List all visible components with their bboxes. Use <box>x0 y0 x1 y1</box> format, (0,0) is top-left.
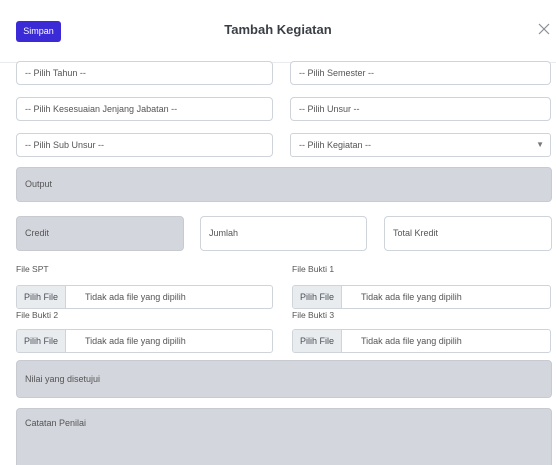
close-icon[interactable] <box>536 21 552 37</box>
file-bukti1-input[interactable]: Pilih File Tidak ada file yang dipilih <box>292 285 551 309</box>
file-bukti1-button[interactable]: Pilih File <box>293 286 343 308</box>
total-kredit-field: Total Kredit <box>384 216 552 251</box>
modal-header: Simpan Tambah Kegiatan <box>0 0 556 63</box>
sub-unsur-select[interactable]: -- Pilih Sub Unsur -- <box>16 133 273 157</box>
file-spt-status: Tidak ada file yang dipilih <box>85 292 186 302</box>
file-bukti2-label: File Bukti 2 <box>16 310 59 320</box>
file-spt-button[interactable]: Pilih File <box>17 286 67 308</box>
chevron-down-icon: ▼ <box>536 140 544 149</box>
credit-field: Credit <box>16 216 184 251</box>
file-bukti3-label: File Bukti 3 <box>292 310 335 320</box>
nilai-disetujui-field: Nilai yang disetujui <box>16 360 552 398</box>
modal-title: Tambah Kegiatan <box>224 22 332 37</box>
file-bukti3-input[interactable]: Pilih File Tidak ada file yang dipilih <box>292 329 551 353</box>
file-bukti3-button[interactable]: Pilih File <box>293 330 343 352</box>
add-activity-modal: Simpan Tambah Kegiatan -- Pilih Tahun --… <box>0 0 556 465</box>
file-spt-label: File SPT <box>16 264 49 274</box>
file-bukti2-input[interactable]: Pilih File Tidak ada file yang dipilih <box>16 329 273 353</box>
file-spt-input[interactable]: Pilih File Tidak ada file yang dipilih <box>16 285 273 309</box>
file-bukti3-status: Tidak ada file yang dipilih <box>361 336 462 346</box>
file-bukti2-status: Tidak ada file yang dipilih <box>85 336 186 346</box>
kegiatan-select-label: -- Pilih Kegiatan -- <box>299 140 372 150</box>
kegiatan-select[interactable]: -- Pilih Kegiatan -- ▼ <box>290 133 551 157</box>
file-bukti1-label: File Bukti 1 <box>292 264 335 274</box>
semester-select[interactable]: -- Pilih Semester -- <box>290 61 551 85</box>
catatan-penilai-field: Catatan Penilai <box>16 408 552 465</box>
output-field: Output <box>16 167 552 202</box>
file-bukti2-button[interactable]: Pilih File <box>17 330 67 352</box>
jumlah-input[interactable]: Jumlah <box>200 216 367 251</box>
unsur-select[interactable]: -- Pilih Unsur -- <box>290 97 551 121</box>
tahun-select[interactable]: -- Pilih Tahun -- <box>16 61 273 85</box>
file-bukti1-status: Tidak ada file yang dipilih <box>361 292 462 302</box>
jenjang-select[interactable]: -- Pilih Kesesuaian Jenjang Jabatan -- <box>16 97 273 121</box>
